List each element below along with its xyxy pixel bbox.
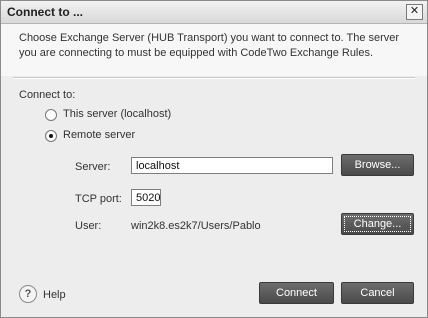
close-icon[interactable]: ✕ bbox=[406, 4, 423, 20]
tcp-port-label: TCP port: bbox=[75, 193, 122, 205]
window-title: Connect to ... bbox=[7, 5, 83, 19]
connect-dialog: Connect to ... ✕ Choose Exchange Server … bbox=[0, 0, 428, 318]
server-label: Server: bbox=[75, 161, 111, 173]
server-input[interactable]: localhost bbox=[131, 157, 333, 174]
radio-remote-server-label[interactable]: Remote server bbox=[63, 129, 135, 141]
radio-this-server[interactable] bbox=[45, 109, 57, 121]
browse-button[interactable]: Browse... bbox=[341, 154, 414, 176]
connect-button[interactable]: Connect bbox=[259, 282, 334, 304]
user-value: win2k8.es2k7/Users/Pablo bbox=[131, 220, 261, 232]
radio-this-server-label[interactable]: This server (localhost) bbox=[63, 108, 171, 120]
connect-to-label: Connect to: bbox=[19, 89, 76, 101]
change-user-button[interactable]: Change... bbox=[341, 213, 414, 235]
help-icon[interactable]: ? bbox=[19, 285, 37, 303]
help-link[interactable]: Help bbox=[43, 289, 66, 301]
title-bar: Connect to ... ✕ bbox=[1, 1, 427, 24]
divider bbox=[13, 77, 415, 79]
cancel-button[interactable]: Cancel bbox=[341, 282, 414, 304]
description-text: Choose Exchange Server (HUB Transport) y… bbox=[19, 32, 400, 59]
radio-remote-server[interactable] bbox=[45, 130, 57, 142]
user-label: User: bbox=[75, 220, 102, 232]
tcp-port-input[interactable]: 5020 bbox=[131, 189, 161, 206]
